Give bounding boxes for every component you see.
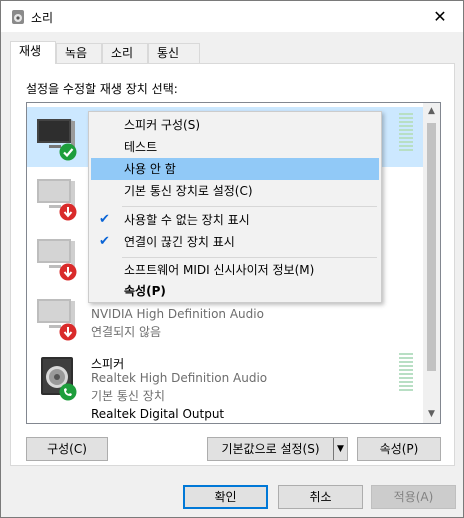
device-status: 기본 통신 장치	[91, 389, 165, 403]
tab-sounds[interactable]: 소리	[102, 43, 148, 63]
configure-button[interactable]: 구성(C)	[26, 437, 108, 461]
close-icon: ✕	[433, 7, 447, 26]
apply-button[interactable]: 적용(A)	[371, 485, 456, 509]
menu-item-set-default-comm[interactable]: 기본 통신 장치로 설정(C)	[91, 180, 379, 202]
phone-badge-icon	[59, 383, 77, 401]
scroll-up-icon[interactable]: ▲	[423, 103, 440, 120]
cancel-button[interactable]: 취소	[278, 485, 363, 509]
down-arrow-badge-icon	[59, 263, 77, 281]
window-title: 소리	[31, 11, 54, 25]
menu-separator	[122, 206, 377, 207]
close-button[interactable]: ✕	[417, 1, 463, 32]
menu-item-midi-info[interactable]: 소프트웨어 MIDI 신시사이저 정보(M)	[91, 259, 379, 281]
menu-item-disable[interactable]: 사용 안 함	[91, 158, 379, 180]
volume-meter	[399, 113, 413, 157]
check-icon: ✔	[99, 212, 110, 227]
vertical-scrollbar[interactable]: ▲ ▼	[423, 103, 440, 423]
menu-item-properties[interactable]: 속성(P)	[91, 280, 379, 302]
menu-item-show-disconnected[interactable]: ✔ 연결이 끊긴 장치 표시	[91, 231, 379, 253]
ok-button[interactable]: 확인	[183, 485, 268, 509]
down-arrow-badge-icon	[59, 323, 77, 341]
context-menu: 스피커 구성(S) 테스트 사용 안 함 기본 통신 장치로 설정(C) ✔ 사…	[88, 111, 382, 303]
tab-recording[interactable]: 녹음	[56, 43, 102, 63]
speaker-title-icon	[12, 10, 24, 24]
set-default-button[interactable]: 기본값으로 설정(S) ▼	[207, 437, 348, 461]
check-badge-icon	[59, 143, 77, 161]
menu-separator	[122, 257, 377, 258]
scroll-thumb[interactable]	[427, 123, 436, 371]
device-name: Realtek Digital Output	[91, 407, 225, 421]
tab-playback[interactable]: 재생	[10, 41, 56, 64]
device-row[interactable]: 스피커 Realtek High Definition Audio 기본 통신 …	[27, 347, 425, 407]
device-row[interactable]: Realtek Digital Output	[27, 403, 425, 423]
instruction-label: 설정을 수정할 재생 장치 선택:	[26, 82, 178, 96]
device-status: 연결되지 않음	[91, 325, 162, 339]
set-default-dropdown-icon[interactable]: ▼	[333, 438, 347, 460]
menu-item-test[interactable]: 테스트	[91, 136, 379, 158]
scroll-down-icon[interactable]: ▼	[423, 406, 440, 423]
device-driver: NVIDIA High Definition Audio	[91, 307, 264, 321]
tab-communications[interactable]: 통신	[148, 43, 200, 63]
title-bar[interactable]: 소리 ✕	[1, 1, 463, 32]
device-name: 스피커	[91, 357, 125, 371]
menu-item-configure-speakers[interactable]: 스피커 구성(S)	[91, 114, 379, 136]
check-icon: ✔	[99, 234, 110, 249]
volume-meter	[399, 353, 413, 397]
down-arrow-badge-icon	[59, 203, 77, 221]
properties-button[interactable]: 속성(P)	[357, 437, 441, 461]
menu-item-show-disabled[interactable]: ✔ 사용할 수 없는 장치 표시	[91, 209, 379, 231]
device-driver: Realtek High Definition Audio	[91, 371, 268, 385]
